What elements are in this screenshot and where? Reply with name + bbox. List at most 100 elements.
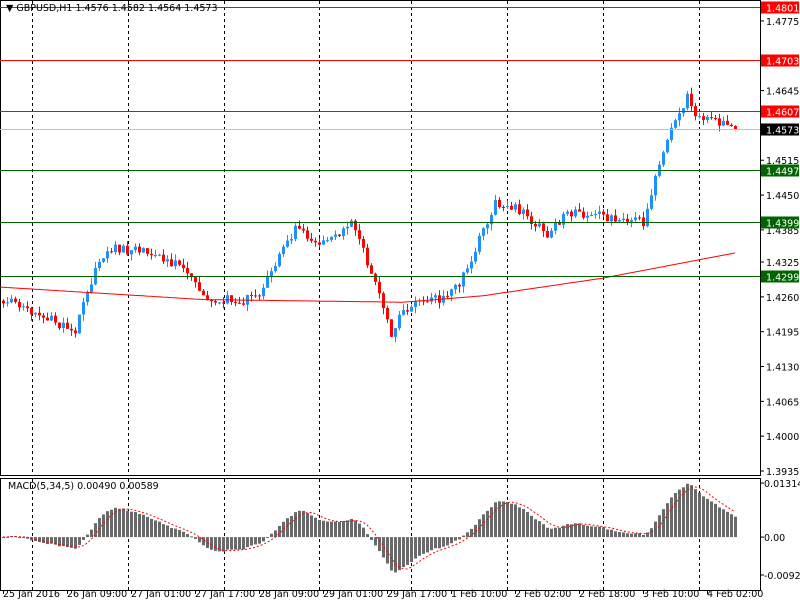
bear-candle	[38, 312, 41, 316]
macd-bar	[666, 503, 669, 538]
macd-bar	[326, 521, 329, 538]
bear-candle	[374, 273, 377, 282]
macd-bar	[274, 530, 277, 538]
macd-bar	[566, 524, 569, 538]
price-chart[interactable]: 1.47751.46451.45151.44501.43851.43251.42…	[0, 0, 800, 600]
symbol-info: GBPUSD,H1 1.4576 1.4582 1.4564 1.4573	[16, 3, 218, 14]
price-tick-label: 1.4065	[766, 397, 799, 408]
macd-bar	[370, 537, 373, 541]
macd-bar	[426, 537, 429, 553]
macd-bar	[286, 518, 289, 538]
collapse-triangle-icon[interactable]: ▼	[6, 3, 13, 14]
bear-candle	[230, 295, 233, 302]
macd-bar	[598, 526, 601, 538]
macd-bar	[234, 537, 237, 550]
time-label: 3 Feb 10:00	[643, 589, 699, 600]
bear-candle	[362, 238, 365, 248]
bull-candle	[590, 214, 593, 216]
time-label: 26 Jan 09:00	[67, 589, 127, 600]
bear-candle	[582, 211, 585, 218]
bear-candle	[710, 117, 713, 119]
bull-candle	[122, 245, 125, 253]
macd-bar	[266, 537, 269, 539]
macd-bar	[210, 537, 213, 550]
macd-bar	[530, 515, 533, 538]
macd-bar	[242, 537, 245, 550]
macd-bar	[46, 537, 49, 545]
macd-bar	[526, 511, 529, 538]
bear-candle	[250, 294, 253, 296]
bear-candle	[298, 225, 301, 229]
macd-bar	[342, 521, 345, 538]
bull-candle	[622, 218, 625, 221]
main-panel-frame	[0, 0, 761, 476]
macd-bar	[374, 537, 377, 546]
macd-label: MACD(5,34,5) 0.00490 0.00589	[8, 481, 159, 492]
macd-bar	[314, 517, 317, 538]
price-tick-label: 1.4775	[766, 17, 799, 28]
macd-bar	[306, 513, 309, 538]
bull-candle	[294, 225, 297, 240]
macd-bar	[42, 537, 45, 543]
bull-candle	[662, 152, 665, 165]
bear-candle	[714, 117, 717, 119]
bear-candle	[222, 302, 225, 304]
price-tick-label: 1.4450	[766, 191, 799, 202]
macd-bar	[662, 509, 665, 538]
bear-candle	[458, 284, 461, 287]
bear-candle	[626, 218, 629, 222]
time-label: 1 Feb 10:00	[451, 589, 507, 600]
bear-candle	[302, 228, 305, 231]
time-label: 29 Jan 01:00	[323, 589, 383, 600]
macd-bar	[630, 533, 633, 538]
macd-bar	[690, 485, 693, 538]
bull-candle	[598, 211, 601, 214]
bull-candle	[450, 289, 453, 296]
macd-bar	[458, 537, 461, 540]
macd-bar	[130, 511, 133, 538]
bull-candle	[346, 226, 349, 229]
bear-candle	[426, 301, 429, 303]
bull-candle	[678, 113, 681, 121]
bear-candle	[510, 205, 513, 210]
macd-bar	[694, 489, 697, 538]
macd-bar	[602, 527, 605, 538]
macd-bar	[634, 533, 637, 538]
macd-bar	[402, 537, 405, 568]
time-label: 29 Jan 17:00	[387, 589, 447, 600]
bear-candle	[18, 301, 21, 308]
macd-bar	[214, 537, 217, 551]
macd-bar	[506, 502, 509, 538]
bull-candle	[654, 175, 657, 196]
macd-bar	[466, 532, 469, 538]
bull-candle	[218, 302, 221, 304]
bull-candle	[6, 302, 9, 304]
bull-candle	[130, 250, 133, 255]
macd-bar	[642, 535, 645, 538]
macd-bar	[294, 512, 297, 538]
time-label: 2 Feb 02:00	[515, 589, 571, 600]
bear-candle	[726, 120, 729, 125]
macd-bar	[498, 501, 501, 538]
price-tick-label: 1.4325	[766, 258, 799, 269]
macd-bar	[394, 537, 397, 573]
macd-bar	[318, 519, 321, 538]
bull-candle	[610, 215, 613, 222]
bear-candle	[30, 308, 33, 315]
bull-candle	[82, 302, 85, 315]
bear-candle	[718, 118, 721, 126]
macd-bar	[430, 537, 433, 551]
macd-bar	[338, 522, 341, 538]
bear-candle	[2, 300, 5, 304]
bull-candle	[574, 209, 577, 217]
bull-candle	[330, 236, 333, 240]
macd-tick-label: -0.00921	[764, 571, 800, 582]
macd-bar	[438, 537, 441, 549]
level-label: 1.4497	[766, 167, 799, 178]
macd-bar	[522, 508, 525, 538]
macd-bar	[622, 532, 625, 538]
macd-bar	[298, 510, 301, 538]
macd-bar	[706, 498, 709, 538]
bull-candle	[350, 220, 353, 227]
macd-bar	[590, 526, 593, 538]
